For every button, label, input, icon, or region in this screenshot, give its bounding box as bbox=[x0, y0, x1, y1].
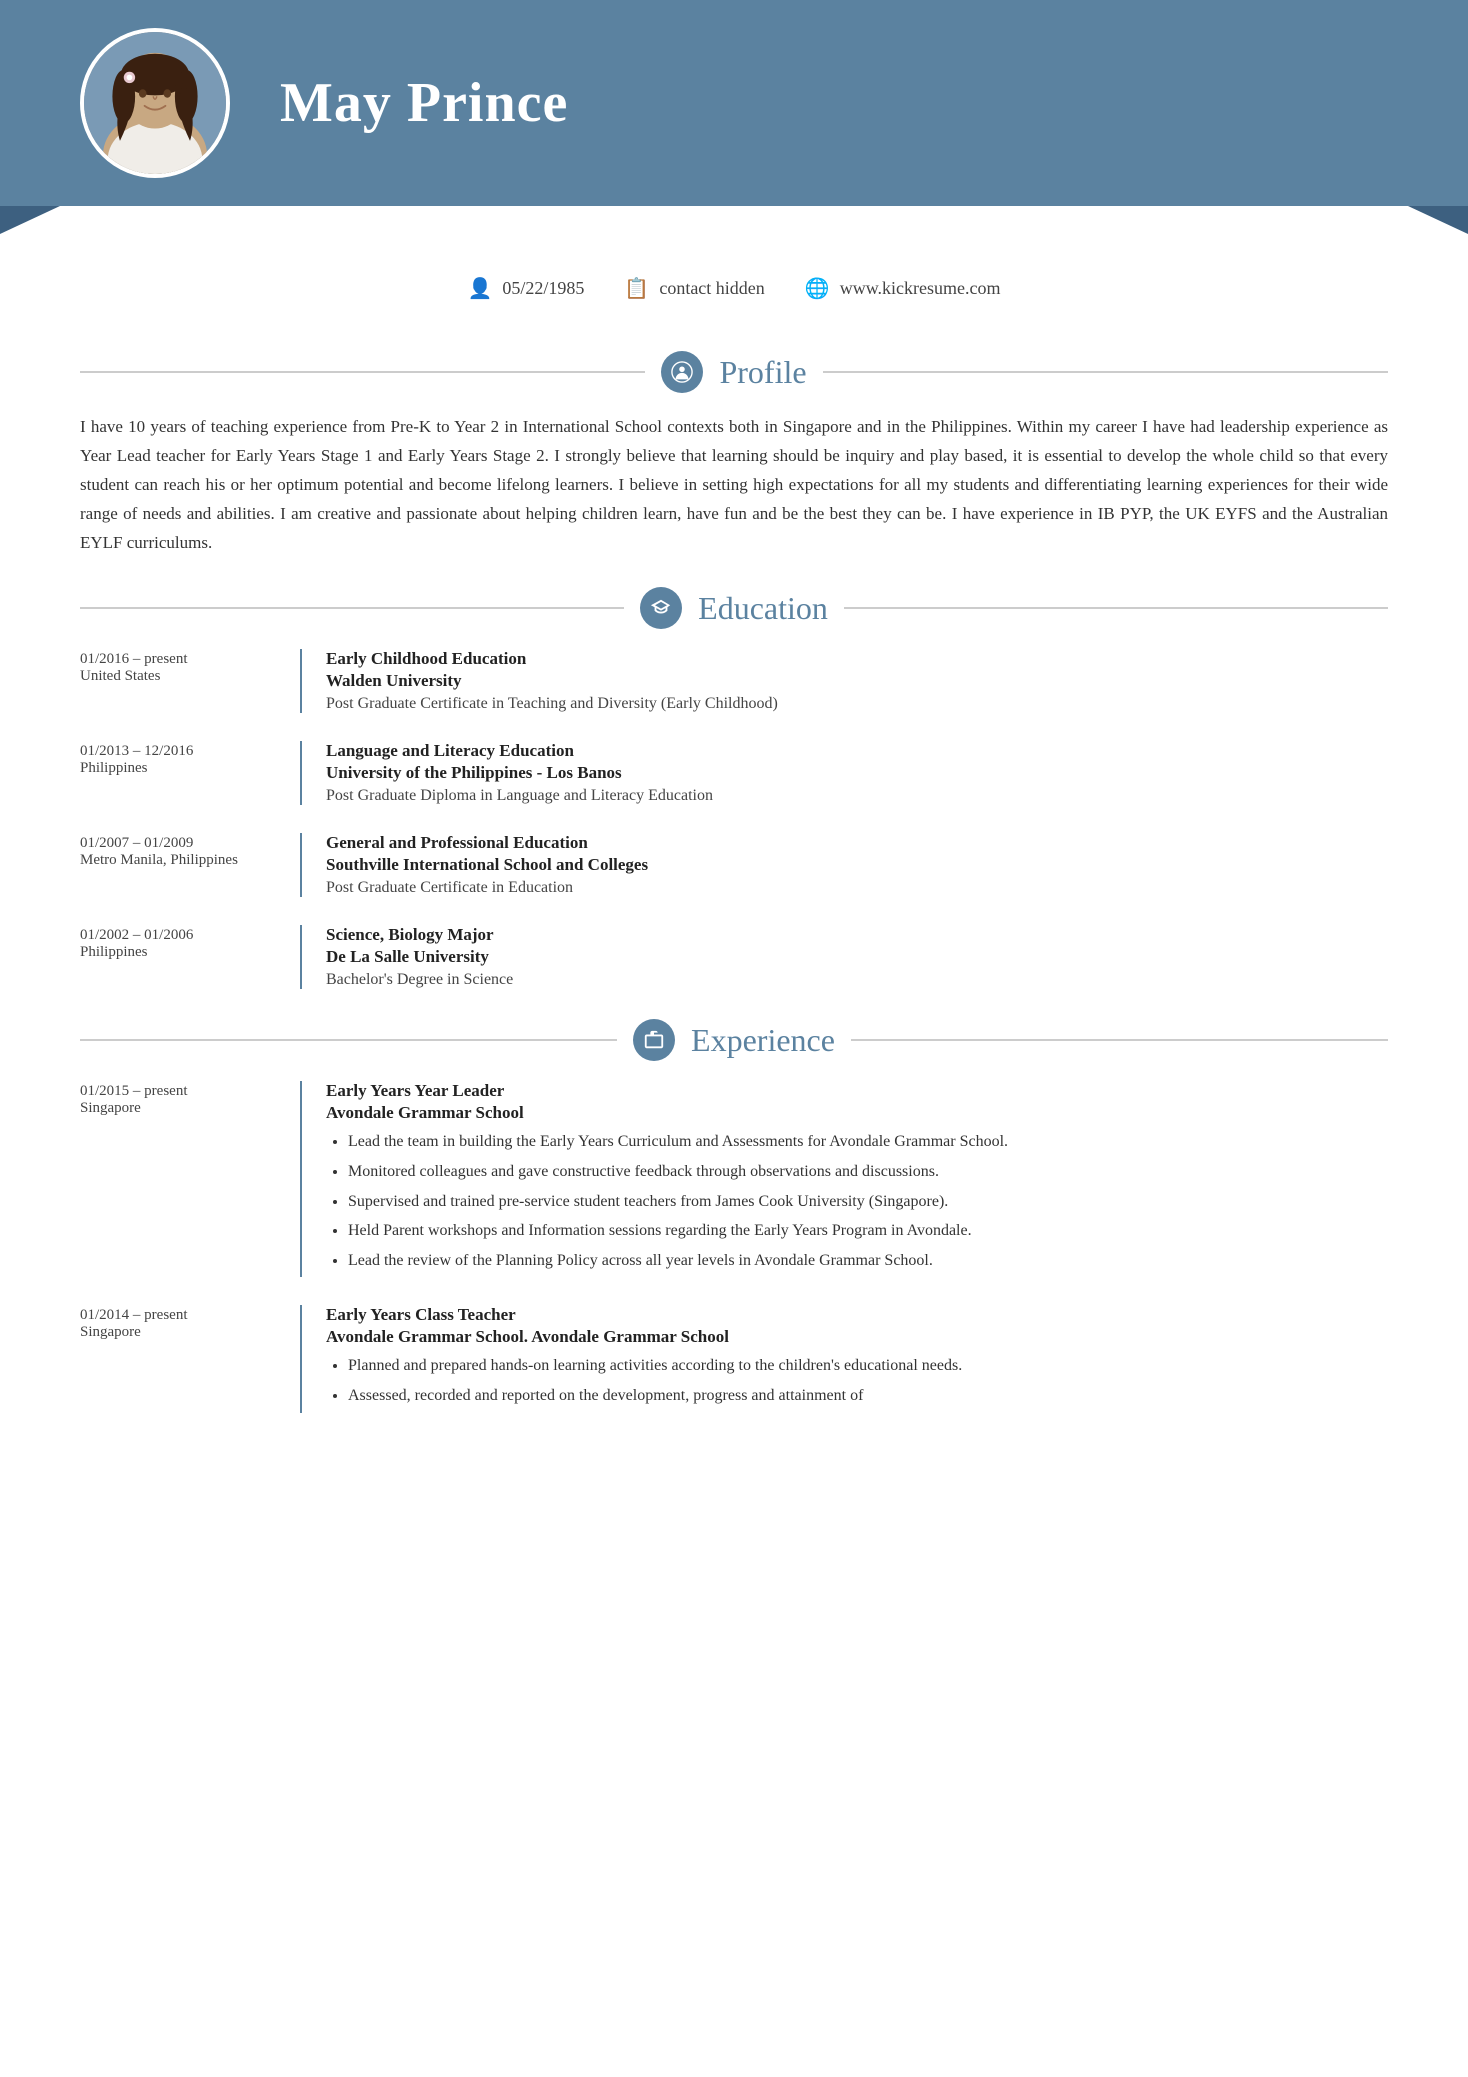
edu-degree-2: Language and Literacy Education bbox=[326, 741, 1388, 761]
edu-date-4: 01/2002 – 01/2006 bbox=[80, 927, 280, 944]
edu-date-col-3: 01/2007 – 01/2009 Metro Manila, Philippi… bbox=[80, 833, 300, 897]
exp-entry-2: 01/2014 – present Singapore Early Years … bbox=[80, 1305, 1388, 1412]
exp-company-2: Avondale Grammar School. Avondale Gramma… bbox=[326, 1327, 1388, 1347]
edu-body-4: Science, Biology Major De La Salle Unive… bbox=[300, 925, 1388, 989]
exp-loc-1: Singapore bbox=[80, 1100, 280, 1117]
dob-value: 05/22/1985 bbox=[502, 278, 584, 299]
edu-loc-3: Metro Manila, Philippines bbox=[80, 852, 280, 869]
edu-loc-2: Philippines bbox=[80, 760, 280, 777]
contact-website: 🌐 www.kickresume.com bbox=[805, 276, 1001, 301]
header-name-container: May Prince bbox=[280, 71, 568, 135]
website-value: www.kickresume.com bbox=[840, 278, 1001, 299]
exp-loc-2: Singapore bbox=[80, 1324, 280, 1341]
edu-school-4: De La Salle University bbox=[326, 947, 1388, 967]
edu-desc-4: Bachelor's Degree in Science bbox=[326, 971, 1388, 989]
exp-line-right bbox=[851, 1039, 1388, 1041]
bullet-item: Supervised and trained pre-service stude… bbox=[348, 1189, 1388, 1215]
bullet-item: Assessed, recorded and reported on the d… bbox=[348, 1383, 1388, 1409]
bullet-item: Lead the review of the Planning Policy a… bbox=[348, 1248, 1388, 1274]
edu-desc-3: Post Graduate Certificate in Education bbox=[326, 879, 1388, 897]
globe-icon: 🌐 bbox=[805, 276, 830, 301]
edu-date-3: 01/2007 – 01/2009 bbox=[80, 835, 280, 852]
edu-degree-1: Early Childhood Education bbox=[326, 649, 1388, 669]
experience-entries: 01/2015 – present Singapore Early Years … bbox=[80, 1081, 1388, 1412]
profile-section-header: Profile bbox=[80, 351, 1388, 393]
edu-date-2: 01/2013 – 12/2016 bbox=[80, 743, 280, 760]
edu-school-2: University of the Philippines - Los Bano… bbox=[326, 763, 1388, 783]
edu-entry-1: 01/2016 – present United States Early Ch… bbox=[80, 649, 1388, 713]
education-title: Education bbox=[698, 590, 828, 627]
section-line-right bbox=[823, 371, 1388, 373]
person-icon: 👤 bbox=[468, 276, 493, 301]
bullet-item: Held Parent workshops and Information se… bbox=[348, 1218, 1388, 1244]
contact-dob: 👤 05/22/1985 bbox=[468, 276, 585, 301]
profile-title: Profile bbox=[719, 354, 806, 391]
education-section-header: Education bbox=[80, 587, 1388, 629]
edu-date-col-4: 01/2002 – 01/2006 Philippines bbox=[80, 925, 300, 989]
exp-date-2: 01/2014 – present bbox=[80, 1307, 280, 1324]
phone-icon: 📋 bbox=[624, 276, 649, 301]
edu-school-3: Southville International School and Coll… bbox=[326, 855, 1388, 875]
edu-desc-1: Post Graduate Certificate in Teaching an… bbox=[326, 695, 1388, 713]
edu-entry-3: 01/2007 – 01/2009 Metro Manila, Philippi… bbox=[80, 833, 1388, 897]
experience-title: Experience bbox=[691, 1022, 835, 1059]
education-entries: 01/2016 – present United States Early Ch… bbox=[80, 649, 1388, 989]
edu-line-right bbox=[844, 607, 1388, 609]
bullet-item: Planned and prepared hands-on learning a… bbox=[348, 1353, 1388, 1379]
avatar bbox=[80, 28, 230, 178]
contact-phone: 📋 contact hidden bbox=[624, 276, 764, 301]
edu-line-left bbox=[80, 607, 624, 609]
banner-main: May Prince bbox=[0, 0, 1468, 206]
edu-date-col-1: 01/2016 – present United States bbox=[80, 649, 300, 713]
exp-bullets-1: Lead the team in building the Early Year… bbox=[326, 1129, 1388, 1273]
contact-hidden-label: contact hidden bbox=[659, 278, 764, 299]
bullet-item: Monitored colleagues and gave constructi… bbox=[348, 1159, 1388, 1185]
edu-entry-2: 01/2013 – 12/2016 Philippines Language a… bbox=[80, 741, 1388, 805]
edu-body-3: General and Professional Education South… bbox=[300, 833, 1388, 897]
edu-loc-1: United States bbox=[80, 668, 280, 685]
edu-body-1: Early Childhood Education Walden Univers… bbox=[300, 649, 1388, 713]
exp-body-1: Early Years Year Leader Avondale Grammar… bbox=[300, 1081, 1388, 1277]
edu-degree-4: Science, Biology Major bbox=[326, 925, 1388, 945]
exp-entry-1: 01/2015 – present Singapore Early Years … bbox=[80, 1081, 1388, 1277]
exp-date-col-2: 01/2014 – present Singapore bbox=[80, 1305, 300, 1412]
education-icon bbox=[640, 587, 682, 629]
experience-section-header: Experience bbox=[80, 1019, 1388, 1061]
edu-entry-4: 01/2002 – 01/2006 Philippines Science, B… bbox=[80, 925, 1388, 989]
exp-title-2: Early Years Class Teacher bbox=[326, 1305, 1388, 1325]
edu-date-1: 01/2016 – present bbox=[80, 651, 280, 668]
exp-title-1: Early Years Year Leader bbox=[326, 1081, 1388, 1101]
exp-body-2: Early Years Class Teacher Avondale Gramm… bbox=[300, 1305, 1388, 1412]
edu-school-1: Walden University bbox=[326, 671, 1388, 691]
profile-icon bbox=[661, 351, 703, 393]
edu-desc-2: Post Graduate Diploma in Language and Li… bbox=[326, 787, 1388, 805]
edu-degree-3: General and Professional Education bbox=[326, 833, 1388, 853]
edu-loc-4: Philippines bbox=[80, 944, 280, 961]
exp-date-1: 01/2015 – present bbox=[80, 1083, 280, 1100]
section-line-left bbox=[80, 371, 645, 373]
header-banner: May Prince bbox=[0, 0, 1468, 206]
experience-icon bbox=[633, 1019, 675, 1061]
full-name: May Prince bbox=[280, 71, 568, 135]
contact-row: 👤 05/22/1985 📋 contact hidden 🌐 www.kick… bbox=[0, 246, 1468, 321]
exp-date-col-1: 01/2015 – present Singapore bbox=[80, 1081, 300, 1277]
edu-date-col-2: 01/2013 – 12/2016 Philippines bbox=[80, 741, 300, 805]
exp-bullets-2: Planned and prepared hands-on learning a… bbox=[326, 1353, 1388, 1408]
profile-text: I have 10 years of teaching experience f… bbox=[80, 413, 1388, 557]
bullet-item: Lead the team in building the Early Year… bbox=[348, 1129, 1388, 1155]
exp-company-1: Avondale Grammar School bbox=[326, 1103, 1388, 1123]
exp-line-left bbox=[80, 1039, 617, 1041]
edu-body-2: Language and Literacy Education Universi… bbox=[300, 741, 1388, 805]
